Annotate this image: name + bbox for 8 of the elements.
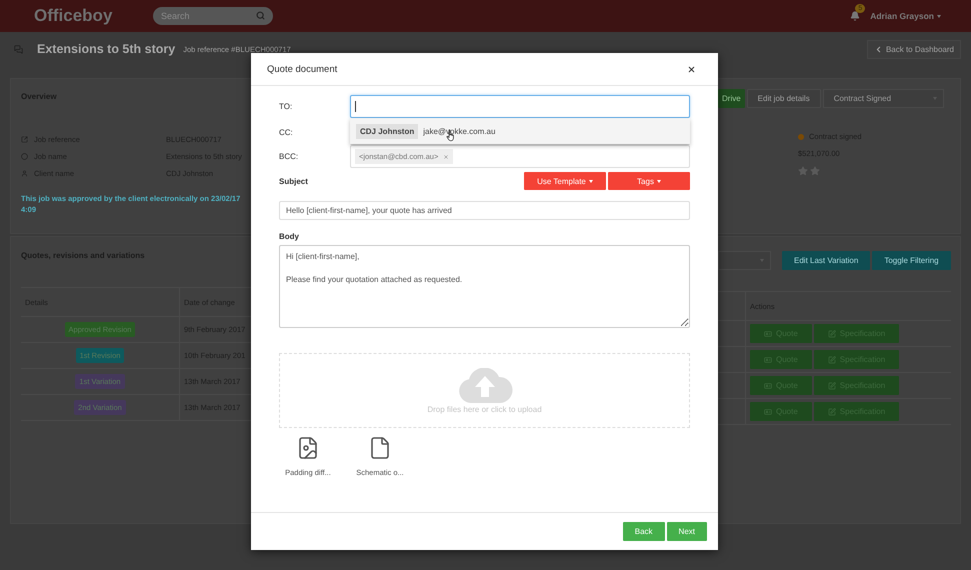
field-label: BCC: [279, 152, 300, 161]
logo: Officeboy [34, 6, 114, 26]
field-label: Body [279, 232, 300, 241]
field-label: Subject [279, 176, 309, 186]
field-label: CC: [279, 128, 294, 136]
dialog-title: Quote document [267, 64, 338, 74]
page-title: Extensions to 5th story [37, 42, 176, 56]
field-label: TO: [279, 102, 294, 110]
